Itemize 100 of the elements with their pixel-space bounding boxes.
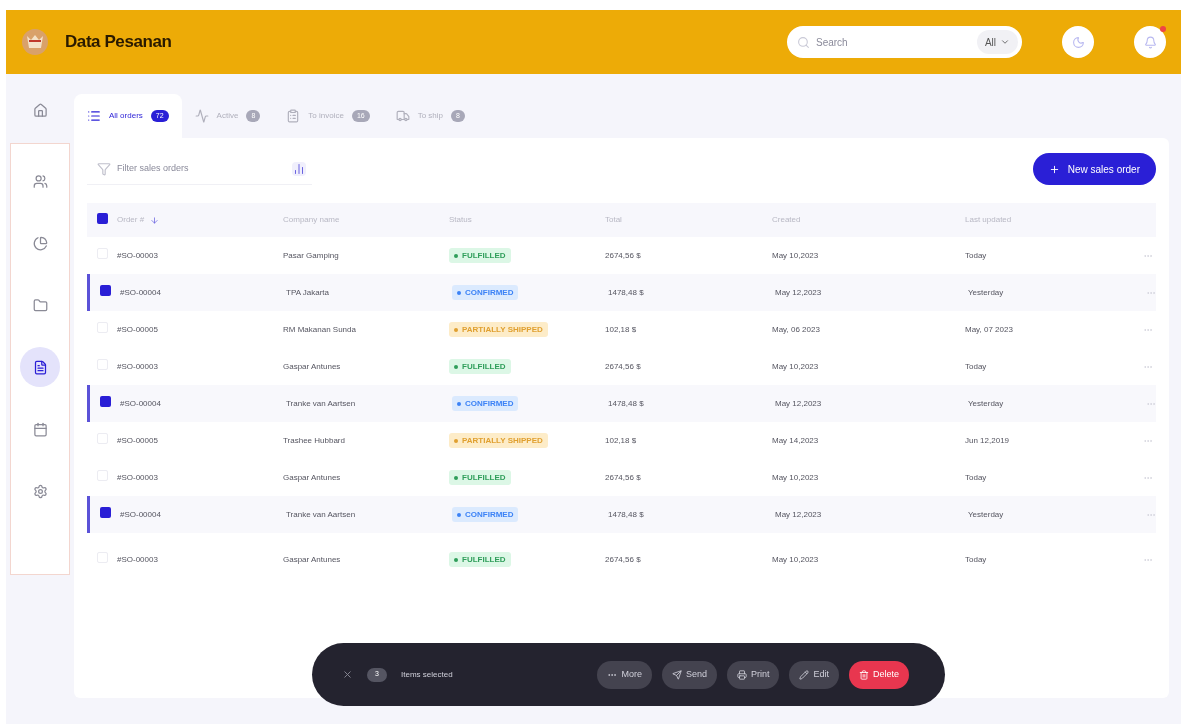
table-cell: 2674,56 $ — [605, 361, 641, 371]
table-cell: Today — [965, 361, 987, 371]
table-row[interactable]: #SO-00005 RM Makanan Sunda PARTIALLY SHIPPED 102,18 $ May, 06 2023 May, 07 2023 — [87, 311, 1156, 348]
scope-dropdown[interactable]: All — [976, 30, 1018, 54]
action-button[interactable]: Send — [661, 660, 717, 689]
table-cell: Jun 12,2019 — [965, 435, 1010, 445]
printer-icon — [736, 669, 747, 680]
table-cell: May 14,2023 — [772, 435, 819, 445]
page-title: Data Pesanan — [65, 31, 172, 54]
checkbox[interactable] — [100, 396, 111, 407]
table-row[interactable]: #SO-00004 Tranke van Aartsen CONFIRMED 1478,48 $ May 12,2023 Yesterday — [87, 385, 1156, 422]
table-cell: Gaspar Antunes — [283, 361, 341, 371]
table-cell: Gaspar Antunes — [283, 472, 341, 482]
status-badge: FULFILLED — [449, 359, 511, 374]
table-row[interactable]: #SO-00004 Tranke van Aartsen CONFIRMED 1478,48 $ May 12,2023 Yesterday — [87, 496, 1156, 533]
header-icon-button[interactable] — [1062, 26, 1094, 58]
table-cell: Gaspar Antunes — [283, 554, 341, 564]
table-cell: 102,18 $ — [605, 324, 637, 334]
table-cell: #SO-00005 — [117, 324, 158, 334]
table-row[interactable]: #SO-00003 Gaspar Antunes FULFILLED 2674,56 $ May 10,2023 Today — [87, 348, 1156, 385]
pulse-icon — [194, 109, 209, 123]
action-button[interactable]: Edit — [789, 660, 839, 689]
table-cell: 2674,56 $ — [605, 472, 641, 482]
table-cell: May 10,2023 — [772, 361, 819, 371]
bell-icon — [1143, 35, 1157, 49]
table-row[interactable]: #SO-00003 Gaspar Antunes FULFILLED 2674,56 $ May 10,2023 Today — [87, 541, 1156, 578]
search-field[interactable]: Search All — [787, 26, 1022, 58]
table-cell: Today — [965, 554, 987, 564]
table-cell: 2674,56 $ — [605, 250, 641, 260]
filter-icon — [97, 161, 111, 176]
table-cell: Today — [965, 250, 987, 260]
filter-field[interactable]: Filter sales orders — [117, 161, 286, 176]
pie-chart-icon — [32, 235, 48, 251]
table-cell: 1478,48 $ — [608, 398, 644, 408]
table-cell: TPA Jakarta — [286, 287, 329, 297]
table-cell: Today — [965, 472, 987, 482]
table-row[interactable]: #SO-00003 Pasar Gamping FULFILLED 2674,56 $ May 10,2023 Today — [87, 237, 1156, 274]
table-cell: Yesterday — [968, 398, 1004, 408]
table-cell: May 12,2023 — [775, 287, 822, 297]
table-cell: Yesterday — [968, 287, 1004, 297]
status-badge: FULFILLED — [449, 552, 511, 567]
table-cell: 102,18 $ — [605, 435, 637, 445]
settings-icon — [32, 483, 48, 499]
trash-icon — [859, 669, 869, 680]
chart-icon — [292, 161, 306, 176]
users-icon — [32, 173, 48, 189]
table-cell: #SO-00003 — [117, 554, 158, 564]
table-cell: May, 07 2023 — [965, 324, 1013, 334]
table-cell: Trashee Hubbard — [283, 435, 345, 445]
table-cell: 1478,48 $ — [608, 509, 644, 519]
table-cell: 2674,56 $ — [605, 554, 641, 564]
pencil-icon — [799, 669, 810, 680]
status-badge: PARTIALLY SHIPPED — [449, 433, 548, 448]
table-cell: May 10,2023 — [772, 472, 819, 482]
table-cell: #SO-00004 — [120, 287, 161, 297]
moon-icon — [1071, 35, 1085, 49]
table-row[interactable]: #SO-00004 TPA Jakarta CONFIRMED 1478,48 $ May 12,2023 Yesterday — [87, 274, 1156, 311]
action-button[interactable]: Print — [726, 660, 780, 689]
table-row[interactable]: #SO-00005 Trashee Hubbard PARTIALLY SHIPPED 102,18 $ May 14,2023 Jun 12,2019 — [87, 422, 1156, 459]
table-cell: #SO-00003 — [117, 250, 158, 260]
status-badge: CONFIRMED — [452, 396, 519, 411]
table-cell: Yesterday — [968, 509, 1004, 519]
status-badge: CONFIRMED — [452, 507, 519, 522]
truck-icon — [395, 109, 410, 123]
selection-label: Items selected — [401, 668, 453, 681]
document-icon — [32, 359, 48, 375]
table-cell: #SO-00004 — [120, 398, 161, 408]
table-cell: #SO-00003 — [117, 472, 158, 482]
status-badge: CONFIRMED — [452, 285, 519, 300]
folder-icon — [32, 297, 48, 313]
table-cell: May, 06 2023 — [772, 324, 820, 334]
table-cell: RM Makanan Sunda — [283, 324, 356, 334]
checkbox[interactable] — [100, 507, 111, 518]
checkbox[interactable] — [97, 212, 108, 224]
sort-arrow-icon — [150, 215, 160, 225]
send-icon — [671, 669, 682, 680]
calendar-icon — [32, 421, 48, 437]
header-icon-button[interactable] — [1134, 26, 1166, 58]
table-cell: May 12,2023 — [775, 398, 822, 408]
home-icon — [32, 102, 48, 118]
new-order-button[interactable]: New sales order — [1032, 153, 1156, 185]
action-button[interactable]: Delete — [849, 660, 909, 689]
action-button[interactable]: More — [597, 660, 652, 689]
status-badge: FULFILLED — [449, 248, 511, 263]
table-cell: #SO-00005 — [117, 435, 158, 445]
sidebar-item[interactable] — [20, 347, 60, 387]
status-badge: FULFILLED — [449, 470, 511, 485]
table-cell: Tranke van Aartsen — [286, 398, 356, 408]
table-row[interactable]: #SO-00003 Gaspar Antunes FULFILLED 2674,56 $ May 10,2023 Today — [87, 459, 1156, 496]
clipboard-icon — [286, 109, 301, 123]
table-cell: May 12,2023 — [775, 509, 822, 519]
close-icon — [342, 669, 353, 680]
table-cell: Tranke van Aartsen — [286, 509, 356, 519]
logo-icon — [21, 28, 49, 56]
table-cell: May 10,2023 — [772, 250, 819, 260]
checkbox[interactable] — [100, 285, 111, 296]
table-cell: 1478,48 $ — [608, 287, 644, 297]
table-cell: #SO-00003 — [117, 361, 158, 371]
table-cell: May 10,2023 — [772, 554, 819, 564]
chevron-down-icon — [1000, 37, 1010, 47]
